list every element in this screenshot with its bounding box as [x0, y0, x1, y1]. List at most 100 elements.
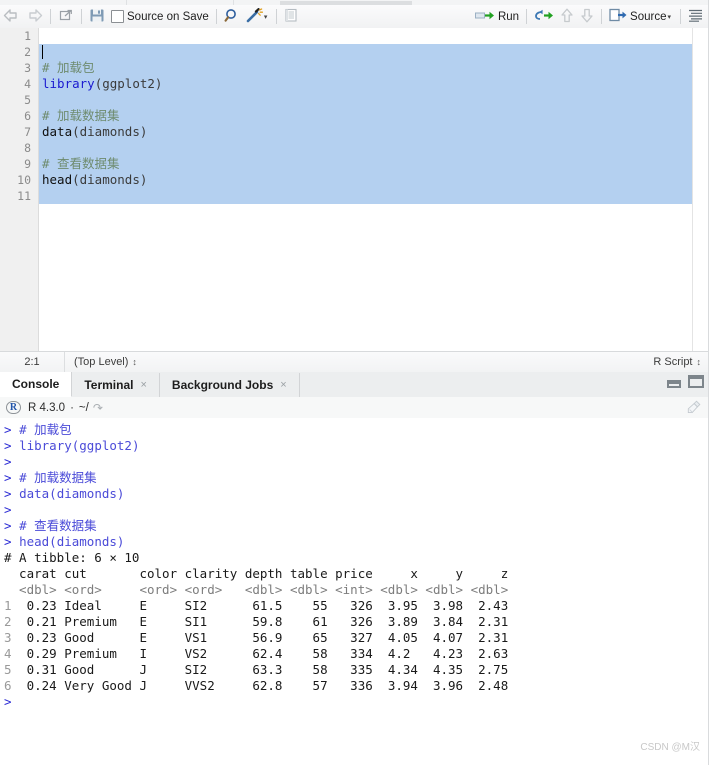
console-line: 5 0.31 Good J SI2 63.3 58 335 4.34 4.35 …	[4, 662, 709, 678]
code-tools-wand-icon	[246, 7, 263, 26]
console-output-text: 0.31 Good J SI2 63.3 58 335 4.34 4.35 2.…	[11, 662, 509, 677]
code-token: # 加载包	[42, 60, 95, 75]
line-number: 4	[24, 77, 31, 91]
console-line: > # 加载包	[4, 422, 709, 438]
code-tools-button[interactable]: ▾	[243, 6, 273, 27]
magnifier-icon	[224, 8, 240, 26]
file-type-selector[interactable]: R Script ↕	[644, 352, 709, 372]
console-output[interactable]: > # 加载包 > library(ggplot2) > > # 加载数据集 > da…	[0, 418, 709, 765]
broom-clear-console-icon[interactable]	[687, 400, 701, 414]
row-index: 4	[4, 646, 12, 661]
compile-report-icon	[284, 8, 298, 25]
r-version-label: R 4.3.0	[28, 401, 66, 414]
scope-selector[interactable]: (Top Level) ↕	[65, 352, 145, 372]
stepper-icon: ↕	[696, 357, 701, 367]
next-chunk-button[interactable]	[577, 6, 597, 27]
console-prompt: >	[4, 438, 20, 453]
source-editor-pane: Source on Save ▾ Run Source ▾ 1 2 3 4 5 …	[0, 0, 709, 373]
code-token: (diamonds)	[72, 124, 148, 139]
console-prompt: >	[4, 534, 20, 549]
console-line: >	[4, 454, 709, 470]
tab-background-jobs[interactable]: Background Jobs ×	[160, 373, 300, 397]
console-output-text: # A tibble: 6 × 10	[4, 550, 140, 565]
open-in-window-icon[interactable]: ↷	[93, 401, 103, 415]
source-toolbar: Source on Save ▾ Run Source ▾	[0, 5, 709, 29]
console-prompt: >	[4, 454, 20, 469]
code-line: data(diamonds)	[39, 124, 709, 140]
toolbar-separator	[215, 9, 217, 24]
source-on-save-checkbox[interactable]: Source on Save	[108, 6, 212, 27]
forward-button[interactable]	[23, 6, 46, 27]
close-icon[interactable]: ×	[280, 373, 286, 397]
chunk-up-icon	[560, 8, 574, 26]
code-text-area[interactable]: # 加载包 library(ggplot2) # 加载数据集 data(diamon…	[39, 28, 709, 351]
source-button[interactable]: Source ▾	[606, 6, 676, 27]
console-output-text: 0.23 Good E VS1 56.9 65 327 4.05 4.07 2.…	[11, 630, 509, 645]
code-line: head(diamonds)	[39, 172, 709, 188]
line-number: 3	[24, 61, 31, 75]
tab-console[interactable]: Console	[0, 372, 73, 397]
r-logo-icon: R	[6, 401, 21, 414]
console-prompt: >	[4, 470, 20, 485]
source-label: Source	[630, 10, 667, 23]
tab-terminal[interactable]: Terminal ×	[72, 373, 160, 397]
source-on-save-label: Source on Save	[127, 10, 209, 23]
toolbar-separator	[81, 9, 82, 24]
maximize-pane-icon[interactable]	[688, 375, 704, 388]
code-line: library(ggplot2)	[39, 76, 709, 92]
console-line: 2 0.21 Premium E SI1 59.8 61 326 3.89 3.…	[4, 614, 709, 630]
line-number: 9	[24, 157, 31, 171]
console-output-text: carat cut color clarity depth table pric…	[4, 566, 509, 581]
console-line: # A tibble: 6 × 10	[4, 550, 709, 566]
forward-arrow-icon	[26, 8, 43, 25]
code-editor[interactable]: 1 2 3 4 5 6 7 8 9 10 11 # 加载包 library(ggplot2) # 加载…	[0, 28, 709, 351]
rstudio-window: Source on Save ▾ Run Source ▾ 1 2 3 4 5 …	[0, 0, 709, 765]
line-number: 2	[24, 45, 31, 59]
rerun-button[interactable]	[531, 6, 557, 27]
run-button[interactable]: Run	[472, 6, 522, 27]
checkbox-box	[111, 10, 124, 23]
console-line: >	[4, 502, 709, 518]
text-caret	[42, 45, 43, 59]
console-output-text: 0.23 Ideal E SI2 61.5 55 326 3.95 3.98 2…	[11, 598, 509, 613]
minimize-pane-icon[interactable]	[667, 380, 681, 388]
console-line: 3 0.23 Good E VS1 56.9 65 327 4.05 4.07 …	[4, 630, 709, 646]
working-directory-label: ~/	[78, 401, 89, 414]
row-index: 5	[4, 662, 12, 677]
watermark: CSDN @M汉	[640, 742, 700, 753]
console-prompt: >	[4, 486, 20, 501]
line-number: 7	[24, 125, 31, 139]
console-line: > library(ggplot2)	[4, 438, 709, 454]
tab-terminal-label: Terminal	[84, 378, 134, 392]
console-prompt: >	[4, 518, 20, 533]
compile-report-button[interactable]	[281, 6, 301, 27]
close-icon[interactable]: ×	[140, 373, 146, 397]
code-token: head	[42, 172, 73, 187]
source-status-bar: 2:1 (Top Level) ↕ R Script ↕	[0, 351, 709, 373]
line-number: 10	[17, 173, 31, 187]
console-prompt: >	[4, 694, 20, 709]
scope-label: (Top Level)	[74, 356, 129, 368]
source-icon	[609, 8, 627, 25]
show-in-new-window-button[interactable]	[55, 6, 77, 27]
find-replace-button[interactable]	[221, 6, 243, 27]
console-session-bar: R R 4.3.0 · ~/ ↷	[0, 397, 709, 419]
line-number-gutter: 1 2 3 4 5 6 7 8 9 10 11	[0, 28, 39, 351]
row-index: 6	[4, 678, 12, 693]
previous-chunk-button[interactable]	[557, 6, 577, 27]
toolbar-separator	[50, 9, 51, 24]
back-button[interactable]	[0, 6, 23, 27]
row-index: 1	[4, 598, 12, 613]
save-button[interactable]	[86, 6, 108, 27]
line-number: 8	[24, 141, 31, 155]
console-line: 6 0.24 Very Good J VVS2 62.8 57 336 3.94…	[4, 678, 709, 694]
toolbar-separator	[601, 9, 603, 24]
code-token: (ggplot2)	[94, 76, 163, 91]
editor-vertical-scrollbar[interactable]	[692, 28, 709, 351]
document-outline-button[interactable]	[685, 6, 709, 27]
cursor-position: 2:1	[24, 356, 40, 368]
code-line: # 查看数据集	[39, 156, 709, 172]
